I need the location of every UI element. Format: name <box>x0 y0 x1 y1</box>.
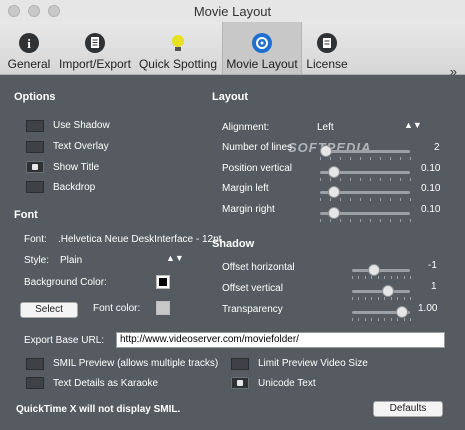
margin-right-value: 0.10 <box>421 204 441 215</box>
info-icon: i <box>19 33 39 53</box>
smil-warning: QuickTime X will not display SMIL. <box>16 404 181 415</box>
unicode-text-checkbox[interactable] <box>231 377 249 389</box>
defaults-button[interactable]: Defaults <box>373 401 443 417</box>
margin-right-slider[interactable] <box>320 207 411 222</box>
background-color-well[interactable] <box>156 275 170 289</box>
karaoke-label: Text Details as Karaoke <box>53 378 159 389</box>
show-title-checkbox[interactable] <box>26 161 44 173</box>
offset-horizontal-label: Offset horizontal <box>222 262 295 273</box>
slider-ticks <box>320 198 411 201</box>
svg-text:i: i <box>27 36 31 51</box>
slider-ticks <box>320 219 411 222</box>
margin-right-label: Margin right <box>222 204 275 215</box>
font-color-label: Font color: <box>93 303 141 314</box>
export-base-url-input[interactable]: http://www.videoserver.com/moviefolder/ <box>116 332 445 348</box>
backdrop-checkbox[interactable] <box>26 181 44 193</box>
slider-track[interactable] <box>320 150 410 153</box>
slider-ticks <box>352 318 411 321</box>
transparency-label: Transparency <box>222 304 283 315</box>
use-shadow-label: Use Shadow <box>53 120 110 131</box>
tab-quick-spotting[interactable]: Quick Spotting <box>136 22 220 74</box>
position-vertical-value: 0.10 <box>421 163 441 174</box>
smil-preview-label: SMIL Preview (allows multiple tracks) <box>53 358 219 369</box>
layout-heading: Layout <box>212 91 249 103</box>
transparency-slider[interactable] <box>352 306 411 321</box>
options-heading: Options <box>14 91 56 103</box>
export-base-url-label: Export Base URL: <box>24 335 105 346</box>
lightbulb-icon <box>168 33 188 53</box>
background-color-label: Background Color: <box>24 277 107 288</box>
smil-preview-checkbox[interactable] <box>26 358 44 370</box>
slider-knob[interactable] <box>395 306 408 318</box>
select-font-button[interactable]: Select <box>20 302 78 318</box>
title-bar: Movie Layout <box>0 0 465 22</box>
limit-preview-size-checkbox[interactable] <box>231 358 249 370</box>
margin-left-slider[interactable] <box>320 186 411 201</box>
font-color-well[interactable] <box>156 301 170 315</box>
offset-horizontal-slider[interactable] <box>352 264 411 279</box>
alignment-label: Alignment: <box>222 122 270 133</box>
slider-ticks <box>352 276 411 279</box>
text-overlay-checkbox[interactable] <box>26 141 44 153</box>
limit-preview-size-label: Limit Preview Video Size <box>258 358 368 369</box>
font-value: .Helvetica Neue DeskInterface - 12pt <box>58 234 222 245</box>
transparency-value: 1.00 <box>418 303 438 314</box>
slider-knob[interactable] <box>320 145 332 157</box>
margin-left-value: 0.10 <box>421 183 441 194</box>
alignment-select-arrows-icon[interactable]: ▲▼ <box>404 120 422 130</box>
tab-general[interactable]: i General <box>4 22 54 74</box>
slider-knob[interactable] <box>381 285 394 297</box>
text-overlay-label: Text Overlay <box>53 141 109 152</box>
number-of-lines-label: Number of lines <box>222 142 293 153</box>
karaoke-checkbox[interactable] <box>26 377 44 389</box>
number-of-lines-value: 2 <box>434 142 440 153</box>
position-vertical-label: Position vertical <box>222 163 293 174</box>
tab-license[interactable]: License <box>302 22 352 74</box>
shadow-heading: Shadow <box>212 238 255 250</box>
show-title-label: Show Title <box>53 162 100 173</box>
license-icon <box>317 33 337 53</box>
document-icon <box>85 33 105 53</box>
number-of-lines-slider[interactable] <box>320 145 411 160</box>
backdrop-label: Backdrop <box>53 182 96 193</box>
unicode-text-label: Unicode Text <box>258 378 316 389</box>
use-shadow-checkbox[interactable] <box>26 120 44 132</box>
style-select[interactable]: Plain <box>60 255 82 266</box>
tab-movie-layout[interactable]: Movie Layout <box>222 22 302 74</box>
slider-knob[interactable] <box>368 264 381 276</box>
window-title: Movie Layout <box>193 4 272 19</box>
position-vertical-slider[interactable] <box>320 166 411 181</box>
preferences-window: Movie Layout i General Import/Export Qui… <box>0 0 465 430</box>
slider-ticks <box>320 157 411 160</box>
font-label: Font: <box>24 234 47 245</box>
offset-vertical-value: 1 <box>431 281 437 292</box>
style-select-arrows-icon[interactable]: ▲▼ <box>166 253 184 263</box>
slider-knob[interactable] <box>327 207 340 219</box>
movie-icon <box>252 33 272 53</box>
font-heading: Font <box>14 209 38 221</box>
preferences-toolbar: i General Import/Export Quick Spotting M… <box>0 22 465 79</box>
alignment-select[interactable]: Left <box>317 122 334 133</box>
offset-vertical-label: Offset vertical <box>222 283 283 294</box>
slider-ticks <box>320 178 411 181</box>
toolbar-overflow-chevron-icon[interactable]: » <box>450 64 457 79</box>
style-label: Style: <box>24 255 50 266</box>
tab-import-export[interactable]: Import/Export <box>56 22 134 74</box>
slider-knob[interactable] <box>327 166 340 178</box>
margin-left-label: Margin left <box>222 183 269 194</box>
offset-horizontal-value: -1 <box>428 260 437 271</box>
slider-knob[interactable] <box>327 186 340 198</box>
slider-ticks <box>352 297 411 300</box>
slider-track[interactable] <box>352 269 410 272</box>
offset-vertical-slider[interactable] <box>352 285 411 300</box>
